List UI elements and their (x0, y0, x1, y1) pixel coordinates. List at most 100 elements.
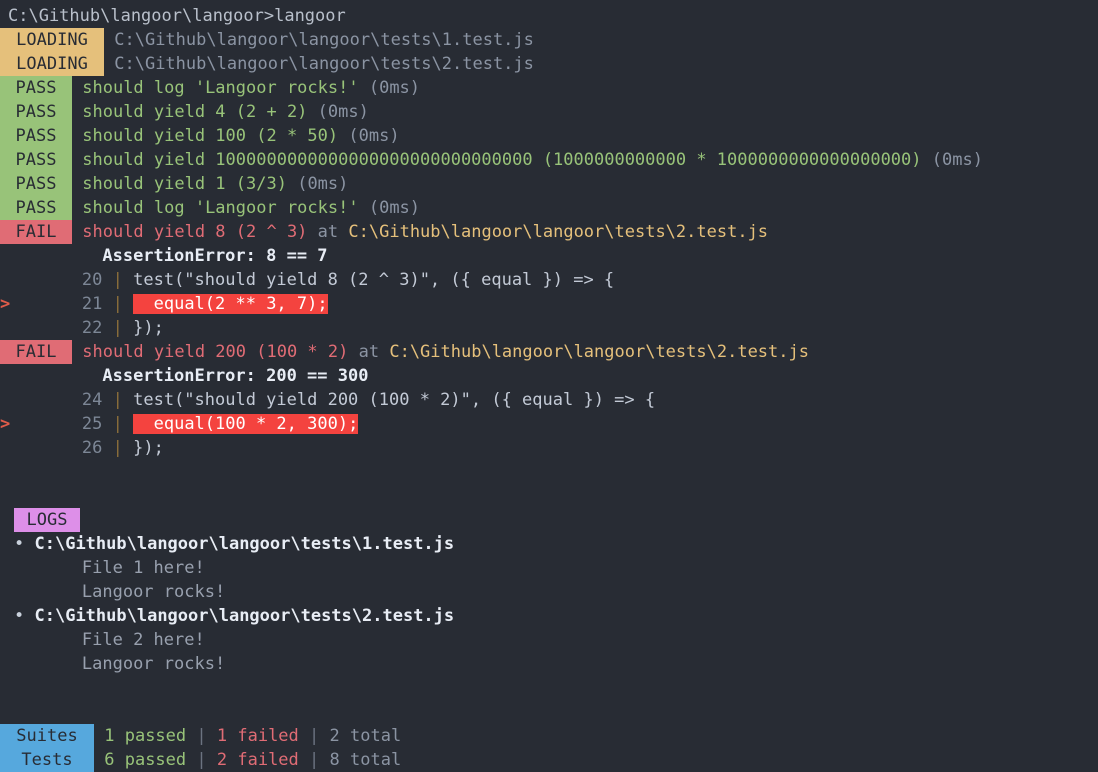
test-name: should yield 8 (2 ^ 3) (82, 222, 308, 242)
test-duration: (0ms) (348, 126, 400, 146)
code-source: }); (133, 438, 164, 458)
gutter-bar: | (112, 390, 123, 410)
gutter-bar: | (112, 318, 123, 338)
test-name: should yield 100 (2 * 50) (82, 126, 339, 146)
assertion-error-text: AssertionError: 8 == 7 (102, 246, 328, 266)
log-message: Langoor rocks! (81, 582, 226, 602)
summary-passed: 1 passed (104, 726, 187, 746)
test-duration: (0ms) (931, 150, 983, 170)
log-file-path: C:\Github\langoor\langoor\tests\2.test.j… (34, 606, 455, 626)
summary-label: Tests (0, 748, 94, 772)
code-source-highlighted: equal(100 * 2, 300); (133, 414, 359, 434)
pass-badge: PASS (0, 76, 72, 100)
test-duration: (0ms) (297, 174, 349, 194)
loading-line: LOADING C:\Github\langoor\langoor\tests\… (0, 52, 1098, 76)
test-name: should log 'Langoor rocks!' (82, 78, 359, 98)
test-name: should log 'Langoor rocks!' (82, 198, 359, 218)
summary-values: 1 passed | 1 failed | 2 total (94, 724, 401, 748)
summary-values: 6 passed | 2 failed | 8 total (94, 748, 401, 772)
summary-separator: | (309, 750, 320, 770)
fail-badge: FAIL (0, 340, 72, 364)
summary-separator: | (196, 726, 207, 746)
terminal-output: C:\Github\langoor\langoor>langoor LOADIN… (0, 0, 1098, 772)
test-name: should yield 100000000000000000000000000… (82, 150, 922, 170)
prompt-text: C:\Github\langoor\langoor>langoor (8, 6, 346, 26)
loading-badge: LOADING (0, 52, 104, 76)
pass-badge: PASS (0, 148, 72, 172)
logs-header-line: LOGS (0, 508, 1098, 532)
loading-badge: LOADING (0, 28, 104, 52)
code-line-number: 22 (81, 318, 103, 338)
code-frame-line: 22 | }); (0, 316, 1098, 340)
code-line-number: 20 (81, 270, 103, 290)
assertion-error-line: AssertionError: 200 == 300 (0, 364, 1098, 388)
test-duration: (0ms) (368, 78, 421, 98)
test-result-line: PASS should yield 1000000000000000000000… (0, 148, 1098, 172)
failure-file-path: C:\Github\langoor\langoor\tests\2.test.j… (389, 342, 809, 362)
code-line-number: 26 (81, 438, 103, 458)
summary-total: 2 total (329, 726, 402, 746)
test-failure-line: FAIL should yield 200 (100 * 2) at C:\Gi… (0, 340, 1098, 364)
code-frame-line: 24 | test("should yield 200 (100 * 2)", … (0, 388, 1098, 412)
log-file-line: • C:\Github\langoor\langoor\tests\2.test… (0, 604, 1098, 628)
logs-badge: LOGS (14, 508, 80, 532)
failure-file-path: C:\Github\langoor\langoor\tests\2.test.j… (348, 222, 769, 242)
code-marker: > (0, 294, 11, 314)
test-name: should yield 200 (100 * 2) (82, 342, 349, 362)
log-message: Langoor rocks! (81, 654, 226, 674)
summary-label-cell: Suites (0, 724, 94, 748)
at-keyword: at (358, 342, 380, 362)
code-source: test("should yield 200 (100 * 2)", ({ eq… (133, 390, 656, 410)
test-duration: (0ms) (317, 102, 369, 122)
summary-label-cell: Tests (0, 748, 94, 772)
code-marker: > (0, 414, 11, 434)
summary-separator: | (309, 726, 320, 746)
code-source: }); (133, 318, 164, 338)
code-line-number: 25 (81, 414, 103, 434)
pass-badge: PASS (0, 172, 72, 196)
summary-failed: 1 failed (216, 726, 299, 746)
summary-label: Suites (0, 724, 94, 748)
loading-path: C:\Github\langoor\langoor\tests\2.test.j… (114, 54, 534, 74)
code-line-number: 21 (81, 294, 103, 314)
log-message-line: File 2 here! (0, 628, 1098, 652)
summary-row: Tests 6 passed | 2 failed | 8 total (0, 748, 1098, 772)
test-duration: (0ms) (368, 198, 421, 218)
log-file-path: C:\Github\langoor\langoor\tests\1.test.j… (34, 534, 455, 554)
at-keyword: at (317, 222, 339, 242)
test-failure-line: FAIL should yield 8 (2 ^ 3) at C:\Github… (0, 220, 1098, 244)
summary-total: 8 total (329, 750, 402, 770)
test-name: should yield 1 (3/3) (82, 174, 287, 194)
assertion-error-text: AssertionError: 200 == 300 (102, 366, 369, 386)
command-prompt-line: C:\Github\langoor\langoor>langoor (0, 4, 1098, 28)
log-message-line: Langoor rocks! (0, 652, 1098, 676)
summary-passed: 6 passed (104, 750, 187, 770)
gutter-bar: | (112, 294, 123, 314)
test-result-line: PASS should log 'Langoor rocks!' (0ms) (0, 76, 1098, 100)
summary-separator: | (196, 750, 207, 770)
log-message: File 2 here! (81, 630, 205, 650)
assertion-error-line: AssertionError: 8 == 7 (0, 244, 1098, 268)
fail-badge: FAIL (0, 220, 72, 244)
test-result-line: PASS should yield 1 (3/3) (0ms) (0, 172, 1098, 196)
test-name: should yield 4 (2 + 2) (82, 102, 308, 122)
code-source-highlighted: equal(2 ** 3, 7); (133, 294, 328, 314)
loading-line: LOADING C:\Github\langoor\langoor\tests\… (0, 28, 1098, 52)
gutter-bar: | (112, 414, 123, 434)
gutter-bar: | (112, 438, 123, 458)
code-line-number: 24 (81, 390, 103, 410)
log-message-line: Langoor rocks! (0, 580, 1098, 604)
log-message: File 1 here! (81, 558, 205, 578)
code-frame-line: 26 | }); (0, 436, 1098, 460)
gutter-bar: | (112, 270, 123, 290)
code-frame-line: 20 | test("should yield 8 (2 ^ 3)", ({ e… (0, 268, 1098, 292)
pass-badge: PASS (0, 124, 72, 148)
summary-failed: 2 failed (216, 750, 299, 770)
pass-badge: PASS (0, 196, 72, 220)
test-result-line: PASS should log 'Langoor rocks!' (0ms) (0, 196, 1098, 220)
code-frame-line: > 25 | equal(100 * 2, 300); (0, 412, 1098, 436)
